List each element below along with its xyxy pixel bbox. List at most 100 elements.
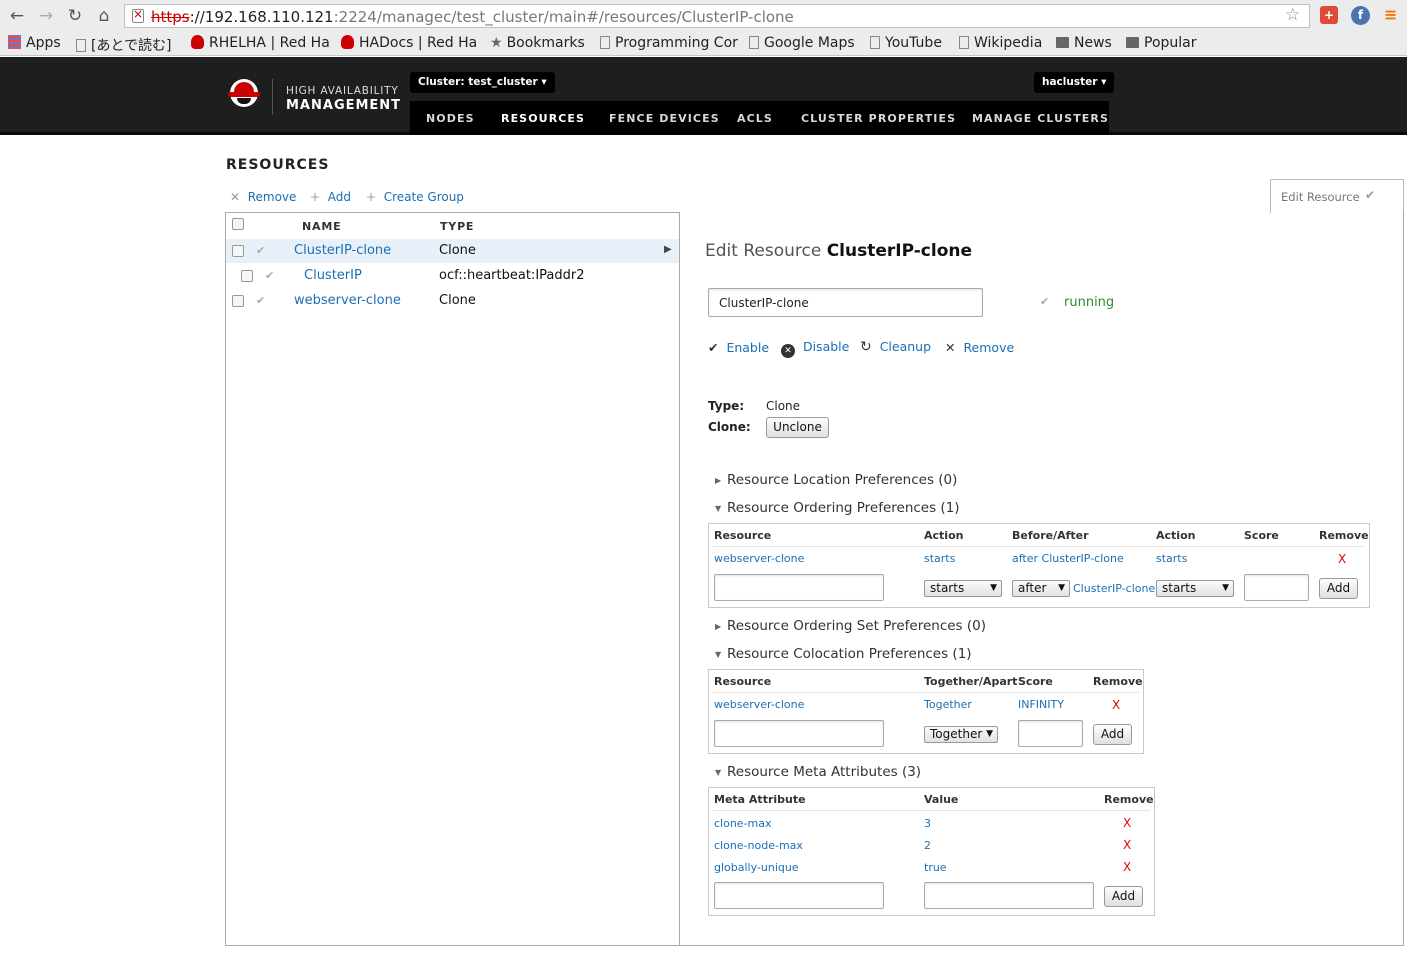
select-all-checkbox[interactable] [232,218,244,230]
check-icon: ✔ [1040,295,1050,308]
remove-colocation-button[interactable]: X [1112,698,1120,712]
logo-divider [272,79,273,115]
resource-name-link[interactable]: webserver-clone [294,293,401,308]
ordering-before-after: after ClusterIP-clone [1012,552,1124,565]
bookmark-news[interactable]: News [1056,35,1112,51]
star-icon: ★ [490,35,503,51]
page-icon [600,36,610,49]
check-icon: ✔ [256,244,266,257]
cluster-dropdown[interactable]: Cluster: test_cluster ▾ [410,72,555,93]
ordering-score-input[interactable] [1244,574,1309,601]
remove-resource-action[interactable]: ✕ Remove [945,340,1014,355]
column-header: Meta Attribute [714,793,806,806]
table-row[interactable]: ✔ ClusterIP-clone Clone ▶ [226,239,679,263]
ordering-resource-input[interactable] [714,574,884,601]
colocation-preferences-toggle[interactable]: ▼ Resource Colocation Preferences (1) [715,646,972,662]
remove-meta-button[interactable]: X [1123,838,1131,852]
colocation-resource-input[interactable] [714,720,884,747]
ordering-action: starts [924,552,956,565]
remove-meta-button[interactable]: X [1123,816,1131,830]
edit-resource-tab[interactable]: Edit Resource ✔ [1270,179,1404,213]
redhat-logo-icon [228,79,260,115]
bookmark-youtube[interactable]: YouTube [870,35,942,51]
bookmark-rhelha[interactable]: RHELHA | Red Ha [191,35,330,51]
meta-attr-link[interactable]: globally-unique [714,861,799,874]
meta-attr-link[interactable]: clone-node-max [714,839,803,852]
main-nav: NODES RESOURCES FENCE DEVICES ACLS CLUST… [410,101,1109,135]
disable-action[interactable]: ✕ Disable [781,339,849,358]
fedora-icon[interactable]: f [1351,6,1370,25]
colocation-together-select[interactable]: Together ▼ [924,726,998,743]
bookmark-programming[interactable]: Programming Cor [600,35,738,51]
ordering-action-select[interactable]: starts ▼ [924,580,1002,597]
bookmark-google-maps[interactable]: Google Maps [749,35,855,51]
caret-down-icon: ▼ [715,650,722,659]
colocation-resource-link[interactable]: webserver-clone [714,698,804,711]
colocation-score-input[interactable] [1018,720,1083,747]
redhat-favicon-icon [341,35,354,49]
remove-meta-button[interactable]: X [1123,860,1131,874]
row-checkbox[interactable] [232,245,244,257]
caret-down-icon: ▾ [541,76,547,88]
caret-down-icon: ▼ [715,504,722,513]
ordering-preferences-toggle[interactable]: ▼ Resource Ordering Preferences (1) [715,500,960,516]
bookmark-bookmarks[interactable]: ★ Bookmarks [490,35,585,51]
forward-icon[interactable]: → [35,5,57,27]
bookmark-hadocs[interactable]: HADocs | Red Ha [341,35,477,51]
star-icon[interactable]: ☆ [1285,5,1300,25]
home-icon[interactable]: ⌂ [93,5,115,27]
row-checkbox[interactable] [241,270,253,282]
nav-fence-devices[interactable]: FENCE DEVICES [609,112,720,125]
meta-attributes-toggle[interactable]: ▼ Resource Meta Attributes (3) [715,764,921,780]
status-text: running [1064,295,1115,310]
caret-down-icon: ▼ [990,583,997,593]
nav-nodes[interactable]: NODES [426,112,475,125]
colocation-table: Resource Together/Apart Score Remove web… [708,669,1144,754]
extension-icon[interactable]: + [1320,6,1338,24]
bookmark-popular[interactable]: Popular [1126,35,1197,51]
cleanup-action[interactable]: ↻ Cleanup [860,339,931,355]
colocation-score: INFINITY [1018,698,1064,711]
resource-name-input[interactable]: ClusterIP-clone [708,288,983,317]
address-bar[interactable]: × https://192.168.110.121:2224/managec/t… [124,4,1310,28]
add-colocation-button[interactable]: Add [1093,724,1132,745]
plus-icon: + [310,190,321,204]
add-action[interactable]: + Add [310,190,351,204]
meta-attr-link[interactable]: clone-max [714,817,772,830]
bookmark-wikipedia[interactable]: Wikipedia [959,35,1042,51]
enable-action[interactable]: ✔ Enable [708,340,769,355]
table-row[interactable]: ✔ ClusterIP ocf::heartbeat:IPaddr2 [226,264,679,288]
add-ordering-button[interactable]: Add [1319,578,1358,599]
nav-resources[interactable]: RESOURCES [501,112,585,125]
caret-down-icon: ▼ [986,729,993,739]
nav-cluster-properties[interactable]: CLUSTER PROPERTIES [801,112,956,125]
menu-icon[interactable]: ≡ [1384,5,1397,24]
resource-name-link[interactable]: ClusterIP-clone [294,243,391,258]
create-group-action[interactable]: + Create Group [366,190,464,204]
meta-attribute-input[interactable] [714,882,884,909]
back-icon[interactable]: ← [6,5,28,27]
user-dropdown[interactable]: hacluster ▾ [1034,72,1115,93]
remove-action[interactable]: ✕ Remove [230,190,296,204]
reload-icon[interactable]: ↻ [64,5,86,27]
bookmark-apps[interactable]: Apps [8,35,61,51]
page-icon [76,39,86,52]
caret-down-icon: ▾ [1101,76,1107,88]
row-checkbox[interactable] [232,295,244,307]
location-preferences-toggle[interactable]: ▶ Resource Location Preferences (0) [715,472,957,488]
ordering-before-after-select[interactable]: after ▼ [1012,580,1070,597]
nav-acls[interactable]: ACLS [737,112,773,125]
ordering-action2-select[interactable]: starts ▼ [1156,580,1234,597]
resource-name-link[interactable]: ClusterIP [304,268,362,283]
check-icon: ✔ [1365,188,1376,202]
table-row[interactable]: ✔ webserver-clone Clone [226,289,679,313]
ordering-resource-link[interactable]: webserver-clone [714,552,804,565]
nav-manage-clusters[interactable]: MANAGE CLUSTERS [972,112,1109,125]
page-icon [749,36,759,49]
meta-value-input[interactable] [924,882,1094,909]
unclone-button[interactable]: Unclone [766,417,829,438]
ordering-set-preferences-toggle[interactable]: ▶ Resource Ordering Set Preferences (0) [715,618,986,634]
add-meta-button[interactable]: Add [1104,886,1143,907]
remove-ordering-button[interactable]: X [1338,552,1346,566]
bookmark-atode[interactable]: [あとで読む] [76,35,172,55]
